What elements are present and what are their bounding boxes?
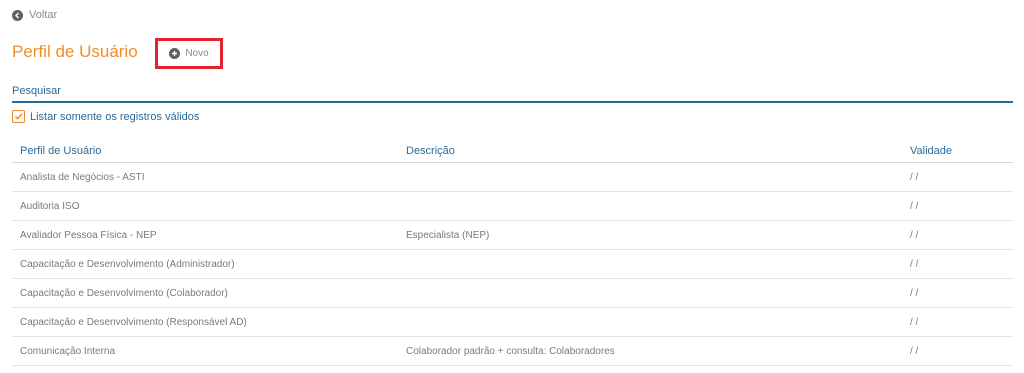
cell-perfil: Capacitação e Desenvolvimento (Responsáv… xyxy=(12,307,398,337)
cell-validade: / / xyxy=(902,278,1013,308)
column-header-perfil[interactable]: Perfil de Usuário xyxy=(12,140,398,163)
cell-validade: / / xyxy=(902,220,1013,250)
filter-label: Listar somente os registros válidos xyxy=(30,110,200,123)
cell-validade: / / xyxy=(902,162,1013,192)
cell-descricao xyxy=(398,249,902,279)
filter-checkbox[interactable] xyxy=(12,110,25,123)
column-header-validade[interactable]: Validade xyxy=(902,140,1013,163)
cell-descricao xyxy=(398,307,902,337)
table-row[interactable]: Capacitação e Desenvolvimento (Colaborad… xyxy=(12,278,1013,308)
cell-validade: / / xyxy=(902,307,1013,337)
cell-perfil: Capacitação e Desenvolvimento (Colaborad… xyxy=(12,278,398,308)
table-header-row: Perfil de Usuário Descrição Validade xyxy=(12,140,1013,163)
table-row[interactable]: Analista de Negócios - ASTI / / xyxy=(12,162,1013,192)
back-label: Voltar xyxy=(29,9,58,21)
table-row[interactable]: Capacitação e Desenvolvimento (Responsáv… xyxy=(12,307,1013,337)
new-button[interactable]: Novo xyxy=(155,38,223,69)
new-button-label: Novo xyxy=(185,48,209,59)
cell-descricao xyxy=(398,278,902,308)
cell-descricao: Colaborador padrão + consulta: Colaborad… xyxy=(398,336,902,366)
search-input[interactable] xyxy=(12,81,1013,103)
cell-perfil: Auditoria ISO xyxy=(12,191,398,221)
user-profile-table: Perfil de Usuário Descrição Validade Ana… xyxy=(12,140,1013,366)
cell-validade: / / xyxy=(902,191,1013,221)
cell-descricao: Especialista (NEP) xyxy=(398,220,902,250)
cell-validade: / / xyxy=(902,336,1013,366)
check-icon xyxy=(14,113,23,120)
cell-perfil: Capacitação e Desenvolvimento (Administr… xyxy=(12,249,398,279)
plus-circle-icon xyxy=(169,48,181,59)
cell-validade: / / xyxy=(902,249,1013,279)
arrow-left-circle-icon xyxy=(12,9,23,21)
cell-perfil: Comunicação Interna xyxy=(12,336,398,366)
table-row[interactable]: Auditoria ISO / / xyxy=(12,191,1013,221)
cell-descricao xyxy=(398,162,902,192)
cell-descricao xyxy=(398,191,902,221)
table-row[interactable]: Avaliador Pessoa Física - NEP Especialis… xyxy=(12,220,1013,250)
page-title: Perfil de Usuário xyxy=(12,42,138,61)
column-header-descricao[interactable]: Descrição xyxy=(398,140,902,163)
cell-perfil: Analista de Negócios - ASTI xyxy=(12,162,398,192)
table-row[interactable]: Capacitação e Desenvolvimento (Administr… xyxy=(12,249,1013,279)
back-link[interactable]: Voltar xyxy=(12,9,57,21)
valid-only-filter[interactable]: Listar somente os registros válidos xyxy=(12,110,199,123)
cell-perfil: Avaliador Pessoa Física - NEP xyxy=(12,220,398,250)
table-row[interactable]: Comunicação Interna Colaborador padrão +… xyxy=(12,336,1013,366)
